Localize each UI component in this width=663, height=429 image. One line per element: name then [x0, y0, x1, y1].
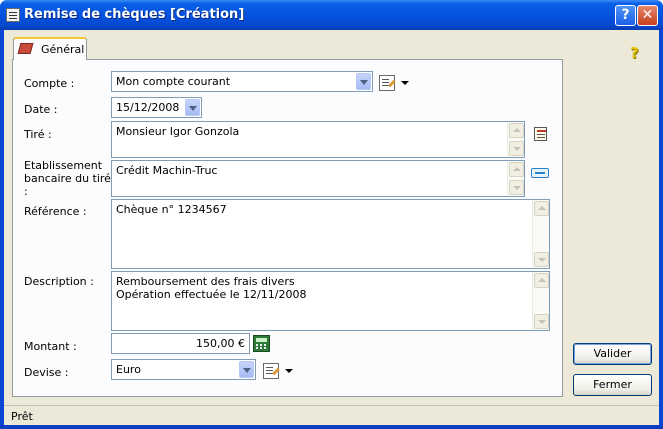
etablissement-label-line1: Etablissement	[24, 159, 103, 172]
tire-input[interactable]: Monsieur Igor Gonzola	[111, 121, 525, 158]
compte-value: Mon compte courant	[116, 75, 231, 88]
status-text: Prêt	[11, 410, 33, 423]
close-button[interactable]: ✕	[637, 5, 658, 26]
etablissement-scrollbar[interactable]	[507, 161, 524, 196]
scroll-up-icon[interactable]	[534, 201, 549, 216]
tire-scrollbar[interactable]	[507, 122, 524, 157]
tire-value: Monsieur Igor Gonzola	[116, 125, 240, 138]
scroll-down-icon[interactable]	[534, 314, 549, 329]
montant-value: 150,00 €	[196, 337, 245, 350]
etablissement-label-line2: bancaire du tiré	[24, 172, 111, 185]
devise-select[interactable]: Euro	[111, 359, 256, 380]
compte-select[interactable]: Mon compte courant	[111, 71, 373, 92]
scroll-up-icon[interactable]	[534, 273, 549, 288]
scroll-down-icon[interactable]	[509, 141, 524, 156]
dropdown-arrow-icon[interactable]	[401, 81, 409, 85]
devise-label: Devise :	[24, 366, 69, 379]
montant-label: Montant :	[24, 340, 77, 353]
date-value: 15/12/2008	[116, 101, 180, 114]
tire-label: Tiré :	[24, 128, 52, 141]
tab-general[interactable]: Général	[13, 37, 87, 60]
status-bar: Prêt	[4, 405, 659, 425]
montant-input[interactable]: 150,00 €	[111, 333, 250, 354]
dropdown-arrow-icon[interactable]	[285, 369, 293, 373]
edit-account-icon[interactable]	[379, 75, 395, 91]
reference-input[interactable]: Chèque n° 1234567	[111, 199, 550, 269]
calculator-icon[interactable]	[253, 335, 270, 352]
dialog-window: Remise de chèques [Création] ? ✕ Général…	[0, 0, 663, 429]
devise-value: Euro	[116, 363, 141, 376]
window-frame-bottom	[0, 425, 663, 429]
etablissement-value: Crédit Machin-Truc	[116, 164, 218, 177]
title-bar[interactable]: Remise de chèques [Création] ? ✕	[0, 0, 663, 30]
reference-value: Chèque n° 1234567	[116, 203, 227, 216]
scroll-up-icon[interactable]	[509, 123, 524, 138]
compte-label: Compte :	[24, 77, 75, 90]
date-label: Date :	[24, 103, 58, 116]
scroll-up-icon[interactable]	[509, 162, 524, 177]
help-button[interactable]: ?	[615, 5, 636, 26]
date-picker[interactable]: 15/12/2008	[111, 97, 202, 118]
etablissement-input[interactable]: Crédit Machin-Truc	[111, 160, 525, 197]
description-value: Remboursement des frais divers Opération…	[116, 275, 307, 301]
reference-scrollbar[interactable]	[532, 200, 549, 268]
fermer-button[interactable]: Fermer	[573, 374, 652, 396]
scroll-down-icon[interactable]	[509, 180, 524, 195]
chevron-down-icon[interactable]	[356, 73, 371, 90]
bank-card-icon[interactable]	[531, 168, 549, 178]
etablissement-label-line3: :	[24, 185, 28, 198]
notepad-icon[interactable]	[534, 127, 547, 141]
app-icon	[6, 8, 20, 22]
scroll-down-icon[interactable]	[534, 252, 549, 267]
description-scrollbar[interactable]	[532, 272, 549, 330]
edit-currency-icon[interactable]	[263, 363, 279, 379]
help-icon[interactable]: ?	[630, 44, 639, 62]
tab-general-label: Général	[41, 43, 85, 56]
window-title: Remise de chèques [Création]	[24, 7, 245, 22]
description-input[interactable]: Remboursement des frais divers Opération…	[111, 271, 550, 331]
reference-label: Référence :	[24, 205, 87, 218]
valider-button[interactable]: Valider	[573, 343, 652, 365]
chevron-down-icon[interactable]	[185, 99, 200, 116]
general-tab-icon	[17, 43, 34, 54]
chevron-down-icon[interactable]	[239, 361, 254, 378]
description-label: Description :	[24, 275, 94, 288]
